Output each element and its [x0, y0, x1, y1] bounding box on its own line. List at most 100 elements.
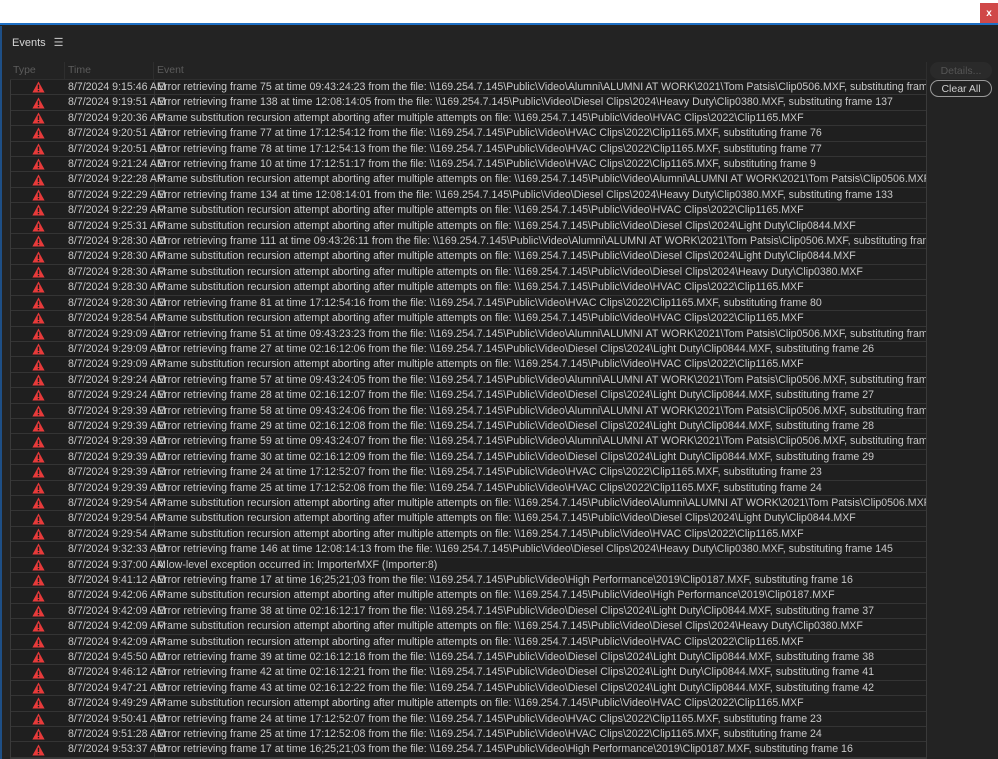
warning-icon — [32, 235, 45, 247]
table-row[interactable]: 8/7/2024 9:29:54 AM Frame substitution re… — [11, 526, 926, 543]
event-time-cell: 8/7/2024 9:20:51 AM — [68, 141, 166, 157]
table-row[interactable]: 8/7/2024 9:29:39 AM Error retrieving fram… — [11, 418, 926, 435]
table-row[interactable]: 8/7/2024 9:29:24 AM Error retrieving fram… — [11, 388, 926, 404]
close-button[interactable]: x — [980, 3, 998, 23]
table-row[interactable]: 8/7/2024 9:53:37 AM Error retrieving fram… — [11, 742, 926, 758]
column-header-type[interactable]: Type — [10, 62, 65, 79]
warning-icon — [32, 420, 45, 432]
table-row[interactable]: 8/7/2024 9:32:33 AM Error retrieving fram… — [11, 542, 926, 558]
table-row[interactable]: 8/7/2024 9:15:46 AM Error retrieving fram… — [11, 80, 926, 96]
table-row[interactable]: 8/7/2024 9:47:21 AM Error retrieving fram… — [11, 680, 926, 697]
table-row[interactable]: 8/7/2024 9:42:09 AM Error retrieving fram… — [11, 603, 926, 620]
table-row[interactable]: 8/7/2024 9:22:29 AM Error retrieving fram… — [11, 187, 926, 204]
event-message-cell: Error retrieving frame 78 at time 17:12:… — [157, 142, 822, 155]
event-message-cell: Frame substitution recursion attempt abo… — [157, 358, 804, 371]
table-row[interactable]: 8/7/2024 9:28:30 AM Error retrieving fram… — [11, 234, 926, 250]
table-row[interactable]: 8/7/2024 9:46:12 AM Error retrieving fram… — [11, 665, 926, 681]
table-row[interactable]: 8/7/2024 9:29:24 AM Error retrieving fram… — [11, 372, 926, 389]
event-message-cell: Frame substitution recursion attempt abo… — [157, 265, 863, 278]
table-row[interactable]: 8/7/2024 9:20:36 AM Frame substitution re… — [11, 110, 926, 127]
table-row[interactable]: 8/7/2024 9:29:39 AM Error retrieving fram… — [11, 434, 926, 450]
event-time-cell: 8/7/2024 9:29:39 AM — [68, 403, 166, 418]
event-message-cell: Error retrieving frame 58 at time 09:43:… — [157, 404, 926, 417]
table-row[interactable]: 8/7/2024 9:22:29 AM Frame substitution re… — [11, 203, 926, 219]
table-row[interactable]: 8/7/2024 9:28:30 AM Frame substitution re… — [11, 264, 926, 281]
event-time-cell: 8/7/2024 9:29:09 AM — [68, 357, 166, 372]
event-time-cell: 8/7/2024 9:47:21 AM — [68, 680, 166, 696]
table-row[interactable]: 8/7/2024 9:37:00 AM A low-level exception… — [11, 557, 926, 573]
table-row[interactable]: 8/7/2024 9:29:09 AM Error retrieving fram… — [11, 341, 926, 358]
event-time-cell: 8/7/2024 9:20:36 AM — [68, 110, 166, 126]
event-time-cell: 8/7/2024 9:22:29 AM — [68, 203, 166, 218]
table-row[interactable]: 8/7/2024 9:29:39 AM Error retrieving fram… — [11, 403, 926, 419]
table-row[interactable]: 8/7/2024 9:22:28 AM Frame substitution re… — [11, 172, 926, 188]
event-message-cell: Error retrieving frame 29 at time 02:16:… — [157, 419, 875, 432]
event-message-cell: Error retrieving frame 75 at time 09:43:… — [157, 81, 926, 93]
clear-all-button[interactable]: Clear All — [930, 80, 992, 97]
event-type-cell — [11, 342, 66, 356]
hamburger-menu-icon[interactable]: ☰ — [54, 36, 64, 49]
table-row[interactable]: 8/7/2024 9:41:12 AM Error retrieving fram… — [11, 573, 926, 589]
event-time-cell: 8/7/2024 9:28:30 AM — [68, 234, 166, 249]
table-row[interactable]: 8/7/2024 9:29:54 AM Frame substitution re… — [11, 511, 926, 527]
warning-icon — [32, 697, 45, 709]
table-row[interactable]: 8/7/2024 9:28:30 AM Error retrieving fram… — [11, 295, 926, 312]
table-row[interactable]: 8/7/2024 9:29:54 AM Frame substitution re… — [11, 495, 926, 512]
event-message-cell: Frame substitution recursion attempt abo… — [157, 496, 926, 509]
table-row[interactable]: 8/7/2024 9:49:29 AM Frame substitution re… — [11, 696, 926, 712]
event-message-cell: Frame substitution recursion attempt abo… — [157, 204, 804, 217]
event-time-cell: 8/7/2024 9:42:06 AM — [68, 588, 166, 603]
event-time-cell: 8/7/2024 9:25:31 AM — [68, 218, 166, 234]
event-time-cell: 8/7/2024 9:29:24 AM — [68, 372, 166, 388]
event-message-cell: A low-level exception occurred in: Impor… — [157, 558, 438, 571]
event-message-cell: Frame substitution recursion attempt abo… — [157, 620, 863, 633]
column-header-time[interactable]: Time — [65, 62, 154, 79]
event-message-cell: Error retrieving frame 38 at time 02:16:… — [157, 604, 875, 617]
table-row[interactable]: 8/7/2024 9:42:09 AM Frame substitution re… — [11, 619, 926, 635]
event-time-cell: 8/7/2024 9:49:29 AM — [68, 696, 166, 711]
event-type-cell — [11, 80, 66, 94]
warning-icon — [32, 513, 45, 525]
table-row[interactable]: 8/7/2024 9:51:28 AM Error retrieving fram… — [11, 727, 926, 743]
event-time-cell: 8/7/2024 9:46:12 AM — [68, 665, 166, 680]
column-header-event[interactable]: Event — [154, 62, 927, 79]
details-button[interactable]: Details... — [930, 62, 992, 79]
event-time-cell: 8/7/2024 9:28:30 AM — [68, 249, 166, 264]
warning-icon — [32, 174, 45, 186]
table-row[interactable]: 8/7/2024 9:42:06 AM Frame substitution re… — [11, 588, 926, 604]
warning-icon — [32, 359, 45, 371]
event-type-cell — [11, 311, 66, 325]
table-row[interactable]: 8/7/2024 9:42:09 AM Frame substitution re… — [11, 634, 926, 651]
table-row[interactable]: 8/7/2024 9:29:39 AM Error retrieving fram… — [11, 465, 926, 481]
event-type-cell — [11, 157, 66, 171]
warning-icon — [32, 667, 45, 679]
events-table: Type Time Event 8/7/2024 9:15:46 AM Error… — [10, 62, 927, 759]
table-row[interactable]: 8/7/2024 9:45:50 AM Error retrieving fram… — [11, 650, 926, 666]
event-message-cell: Frame substitution recursion attempt abo… — [157, 111, 804, 124]
table-row[interactable]: 8/7/2024 9:29:09 AM Frame substitution re… — [11, 357, 926, 373]
event-message-cell: Error retrieving frame 24 at time 17:12:… — [157, 712, 822, 725]
warning-icon — [32, 143, 45, 155]
event-time-cell: 8/7/2024 9:29:24 AM — [68, 388, 166, 403]
table-row[interactable]: 8/7/2024 9:29:09 AM Error retrieving fram… — [11, 326, 926, 342]
warning-icon — [32, 297, 45, 309]
table-row[interactable]: 8/7/2024 9:28:30 AM Frame substitution re… — [11, 249, 926, 265]
table-row[interactable]: 8/7/2024 9:20:51 AM Error retrieving fram… — [11, 126, 926, 142]
event-type-cell — [11, 496, 66, 510]
table-row[interactable]: 8/7/2024 9:28:30 AM Frame substitution re… — [11, 280, 926, 296]
table-row[interactable]: 8/7/2024 9:29:39 AM Error retrieving fram… — [11, 480, 926, 496]
table-row[interactable]: 8/7/2024 9:29:39 AM Error retrieving fram… — [11, 449, 926, 466]
event-type-cell — [11, 234, 66, 248]
event-time-cell: 8/7/2024 9:29:09 AM — [68, 341, 166, 357]
event-time-cell: 8/7/2024 9:42:09 AM — [68, 603, 166, 619]
event-message-cell: Error retrieving frame 77 at time 17:12:… — [157, 127, 822, 140]
table-row[interactable]: 8/7/2024 9:25:31 AM Frame substitution re… — [11, 218, 926, 235]
table-row[interactable]: 8/7/2024 9:28:54 AM Frame substitution re… — [11, 311, 926, 327]
warning-icon — [32, 266, 45, 278]
table-row[interactable]: 8/7/2024 9:20:51 AM Error retrieving fram… — [11, 141, 926, 158]
table-row[interactable]: 8/7/2024 9:50:41 AM Error retrieving fram… — [11, 711, 926, 728]
event-type-cell — [11, 419, 66, 433]
event-type-cell — [11, 481, 66, 495]
table-row[interactable]: 8/7/2024 9:21:24 AM Error retrieving fram… — [11, 157, 926, 173]
table-row[interactable]: 8/7/2024 9:19:51 AM Error retrieving fram… — [11, 95, 926, 111]
